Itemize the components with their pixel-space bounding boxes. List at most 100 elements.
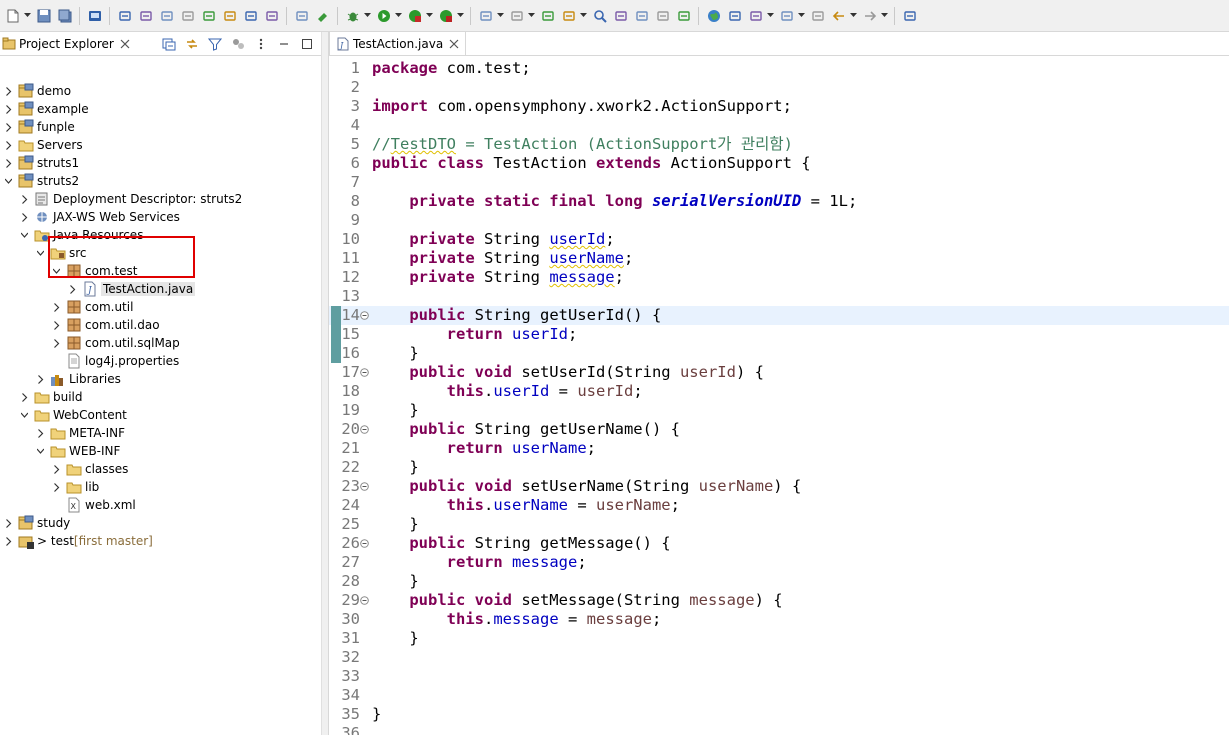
code-line[interactable]: 8 private static final long serialVersio… <box>329 192 1229 211</box>
code-line[interactable]: 18 this.userId = userId; <box>329 382 1229 401</box>
chevron-right-icon[interactable] <box>2 103 14 115</box>
tree-item-deployment-descriptor-struts2[interactable]: Deployment Descriptor: struts2 <box>18 190 242 208</box>
fold-toggle-icon[interactable] <box>360 425 369 434</box>
run-dropdown[interactable] <box>394 7 402 24</box>
code-line[interactable]: 36 <box>329 724 1229 735</box>
suspend-button[interactable] <box>158 7 175 24</box>
chevron-right-icon[interactable] <box>18 211 30 223</box>
new-server-button[interactable] <box>477 7 494 24</box>
back-button[interactable] <box>830 7 847 24</box>
maximize-button[interactable] <box>299 36 315 52</box>
collapse-all-button[interactable] <box>161 36 177 52</box>
tree-item-libraries[interactable]: Libraries <box>34 370 121 388</box>
chevron-down-icon[interactable] <box>18 229 30 241</box>
code-line[interactable]: 34 <box>329 686 1229 705</box>
code-line[interactable]: 19 } <box>329 401 1229 420</box>
code-line[interactable]: 5 //TestDTO = TestAction (ActionSupport가 … <box>329 135 1229 154</box>
new-java-package-dropdown[interactable] <box>527 7 535 24</box>
show-whitespace-button[interactable] <box>675 7 692 24</box>
tree-item-struts1[interactable]: struts1 <box>2 154 79 172</box>
step-over-button[interactable] <box>242 7 259 24</box>
new-java-package-button[interactable] <box>508 7 525 24</box>
code-line[interactable]: 12 private String message; <box>329 268 1229 287</box>
chevron-right-icon[interactable] <box>2 121 14 133</box>
open-task-button[interactable] <box>560 7 577 24</box>
code-line[interactable]: 30 this.message = message; <box>329 610 1229 629</box>
resume-button[interactable] <box>137 7 154 24</box>
tree-item-classes[interactable]: classes <box>50 460 128 478</box>
chevron-right-icon[interactable] <box>2 517 14 529</box>
code-line[interactable]: 13 <box>329 287 1229 306</box>
fold-toggle-icon[interactable] <box>360 539 369 548</box>
chevron-right-icon[interactable] <box>66 283 78 295</box>
code-line[interactable]: 11 private String userName; <box>329 249 1229 268</box>
code-line[interactable]: 27 return message; <box>329 553 1229 572</box>
filter-button[interactable] <box>207 36 223 52</box>
code-line[interactable]: 14 public String getUserId() { <box>329 306 1229 325</box>
terminate-button[interactable] <box>179 7 196 24</box>
focus-button[interactable] <box>230 36 246 52</box>
chevron-right-icon[interactable] <box>50 337 62 349</box>
forward-button[interactable] <box>861 7 878 24</box>
chevron-right-icon[interactable] <box>2 85 14 97</box>
chevron-down-icon[interactable] <box>2 175 14 187</box>
toggle-breadcrumb-button[interactable] <box>654 7 671 24</box>
previous-annotation-button[interactable] <box>778 7 795 24</box>
code-line[interactable]: 4 <box>329 116 1229 135</box>
tree-item-test[interactable]: > test [first master] <box>2 532 153 550</box>
code-line[interactable]: 15 return userId; <box>329 325 1229 344</box>
word-wrap-button[interactable] <box>293 7 310 24</box>
tree-item-build[interactable]: build <box>18 388 83 406</box>
chevron-right-icon[interactable] <box>2 157 14 169</box>
code-line[interactable]: 16 } <box>329 344 1229 363</box>
new-server-dropdown[interactable] <box>496 7 504 24</box>
disconnect-button[interactable] <box>200 7 217 24</box>
coverage-button[interactable] <box>406 7 423 24</box>
back-dropdown[interactable] <box>849 7 857 24</box>
fold-toggle-icon[interactable] <box>360 311 369 320</box>
tree-item-example[interactable]: example <box>2 100 89 118</box>
save-all-button[interactable] <box>56 7 73 24</box>
last-edit-button[interactable] <box>809 7 826 24</box>
view-sash[interactable] <box>321 32 329 735</box>
code-line[interactable]: 26 public String getMessage() { <box>329 534 1229 553</box>
code-line[interactable]: 21 return userName; <box>329 439 1229 458</box>
chevron-down-icon[interactable] <box>18 409 30 421</box>
link-with-editor-button[interactable] <box>184 36 200 52</box>
code-line[interactable]: 1 package com.test; <box>329 59 1229 78</box>
forward-dropdown[interactable] <box>880 7 888 24</box>
tree-item-web-xml[interactable]: Xweb.xml <box>50 496 136 514</box>
tree-item-servers[interactable]: Servers <box>2 136 83 154</box>
code-line[interactable]: 29 public void setMessage(String message… <box>329 591 1229 610</box>
code-line[interactable]: 33 <box>329 667 1229 686</box>
tree-item-jax-ws-web-services[interactable]: JAX-WS Web Services <box>18 208 180 226</box>
code-line[interactable]: 20 public String getUserName() { <box>329 420 1229 439</box>
fold-toggle-icon[interactable] <box>360 482 369 491</box>
tree-item-com-util-dao[interactable]: com.util.dao <box>50 316 160 334</box>
tree-item-log4j-properties[interactable]: log4j.properties <box>50 352 179 370</box>
chevron-down-icon[interactable] <box>34 445 46 457</box>
globe-button[interactable] <box>705 7 722 24</box>
new-dropdown[interactable] <box>23 7 31 24</box>
chevron-right-icon[interactable] <box>34 427 46 439</box>
previous-annotation-dropdown[interactable] <box>797 7 805 24</box>
view-menu-button[interactable] <box>253 36 269 52</box>
tree-item-demo[interactable]: demo <box>2 82 71 100</box>
tree-item-webcontent[interactable]: WebContent <box>18 406 127 424</box>
build-button[interactable] <box>314 7 331 24</box>
chevron-right-icon[interactable] <box>18 391 30 403</box>
tree-item-meta-inf[interactable]: META-INF <box>34 424 125 442</box>
fold-toggle-icon[interactable] <box>360 596 369 605</box>
code-line[interactable]: 2 <box>329 78 1229 97</box>
debug-skip-button[interactable] <box>116 7 133 24</box>
project-explorer-tab[interactable]: Project Explorer <box>0 32 130 56</box>
chevron-right-icon[interactable] <box>34 373 46 385</box>
chevron-right-icon[interactable] <box>50 301 62 313</box>
save-button[interactable] <box>35 7 52 24</box>
tree-item-com-util[interactable]: com.util <box>50 298 133 316</box>
code-line[interactable]: 23 public void setUserName(String userNa… <box>329 477 1229 496</box>
mark-occurrences-button[interactable] <box>633 7 650 24</box>
external-tools-dropdown[interactable] <box>456 7 464 24</box>
code-line[interactable]: 3 import com.opensymphony.xwork2.ActionSu… <box>329 97 1229 116</box>
code-line[interactable]: 22 } <box>329 458 1229 477</box>
